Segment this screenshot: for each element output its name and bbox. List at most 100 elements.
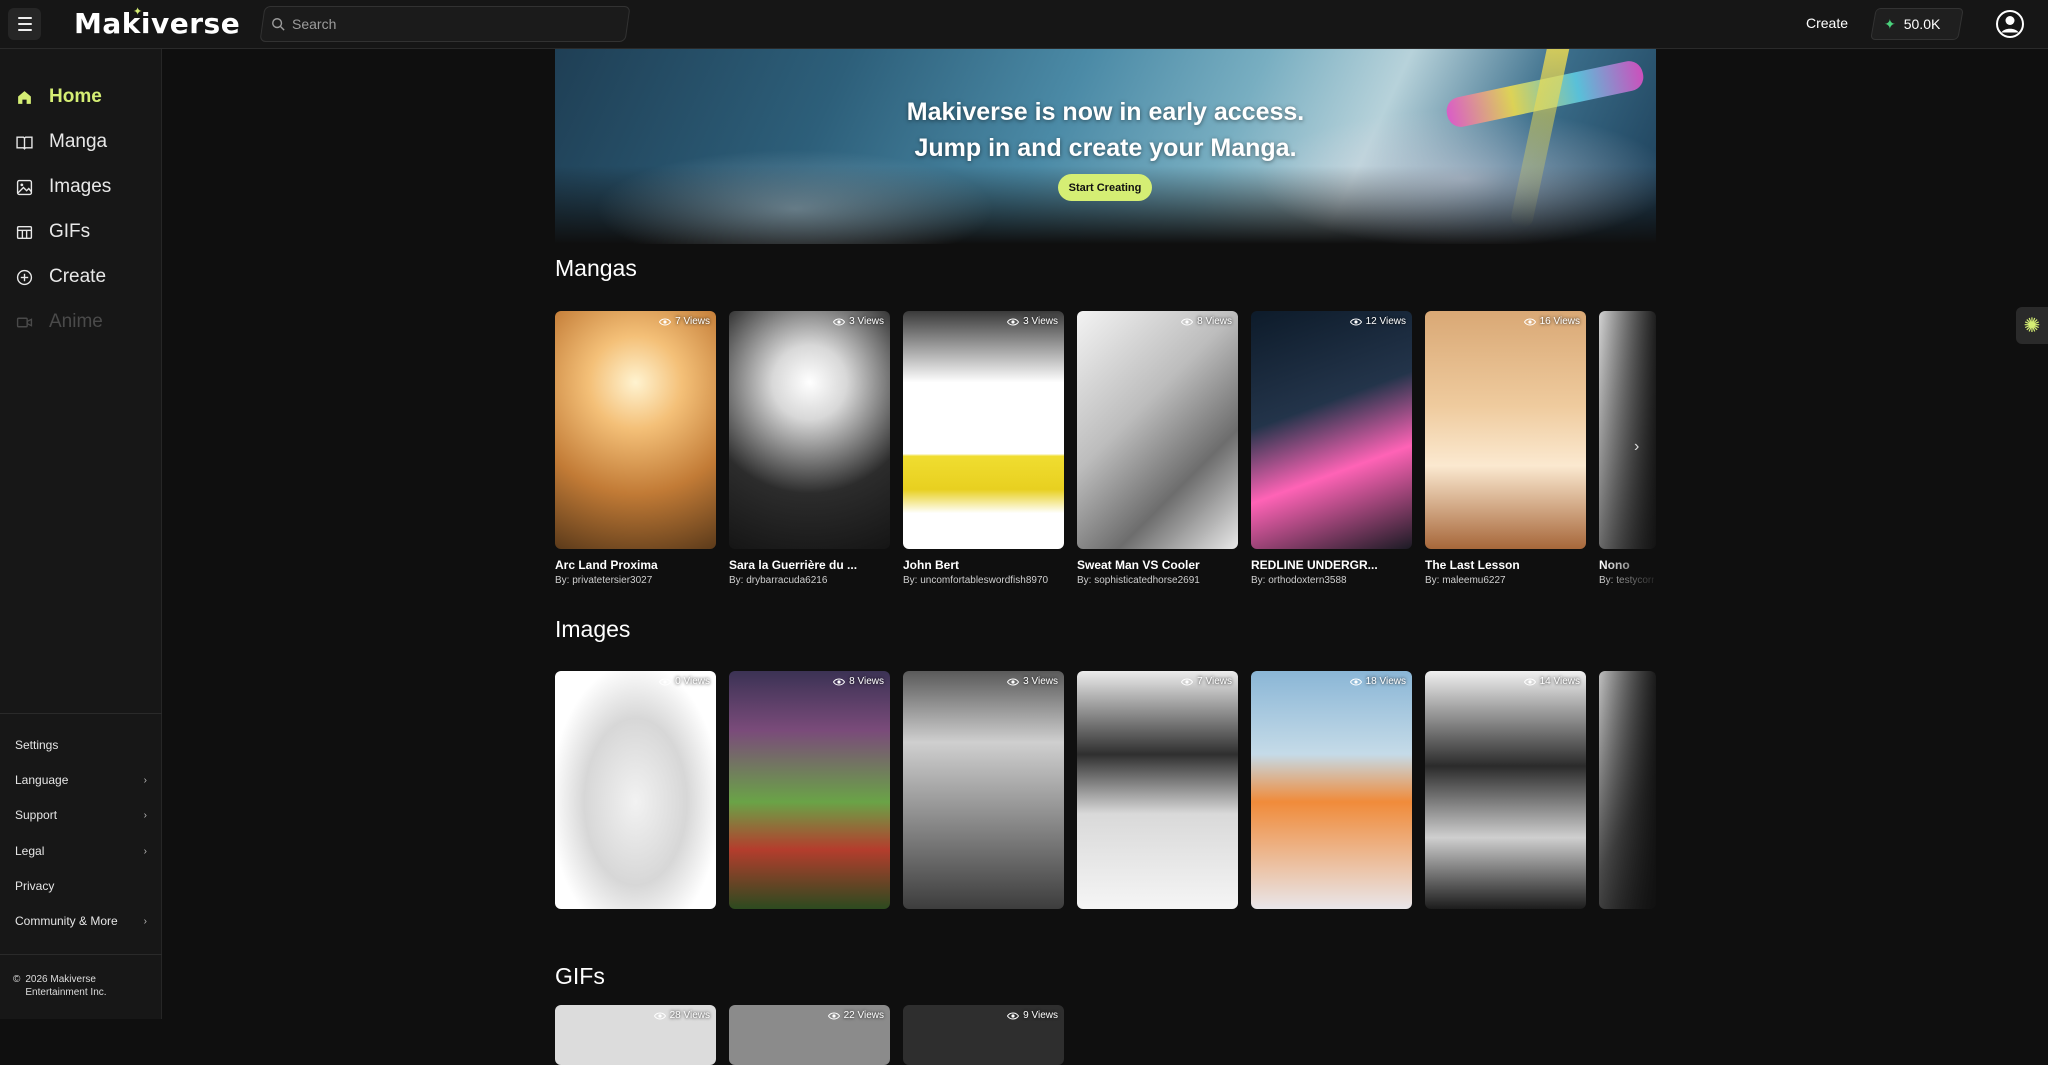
credits-display[interactable]: ✦ 50.0K: [1884, 8, 1940, 40]
manga-title[interactable]: Arc Land Proxima: [555, 558, 716, 572]
home-icon: [18, 90, 31, 104]
eye-icon: [1523, 678, 1536, 685]
manga-author[interactable]: By: orthodoxtern3588: [1251, 575, 1412, 586]
view-count: 0 Views: [659, 676, 710, 687]
view-count: 8 Views: [833, 676, 884, 687]
view-count: 14 Views: [1523, 676, 1580, 687]
view-count: 12 Views: [1349, 316, 1406, 327]
view-count: 3 Views: [833, 316, 884, 327]
eye-icon: [1181, 678, 1194, 685]
manga-author[interactable]: By: uncomfortableswordfish8970: [903, 575, 1064, 586]
copyright-icon: ©: [13, 974, 21, 985]
logo[interactable]: Makiverse ✦: [74, 5, 240, 40]
image-card[interactable]: 3 Views: [903, 671, 1064, 909]
user-avatar-icon[interactable]: [1995, 9, 2025, 39]
credit-star-icon: ✦: [1884, 15, 1896, 32]
book-icon: [16, 135, 33, 150]
manga-title[interactable]: Sara la Guerrière du ...: [729, 558, 890, 572]
feedback-widget[interactable]: ✺: [2016, 307, 2048, 344]
sidebar-link-community[interactable]: Community & More ›: [15, 914, 147, 928]
sparkle-icon: ✺: [2023, 315, 2041, 337]
chevron-right-icon: ›: [143, 845, 147, 857]
sidebar-item-images[interactable]: Images: [16, 176, 111, 198]
manga-author[interactable]: By: sophisticatedhorse2691: [1077, 575, 1238, 586]
video-icon: [16, 317, 33, 327]
manga-author[interactable]: By: drybarracuda6216: [729, 575, 890, 586]
manga-card[interactable]: 12 Views: [1251, 311, 1412, 549]
image-card[interactable]: 7 Views: [1077, 671, 1238, 909]
eye-icon: [833, 318, 846, 325]
manga-author[interactable]: By: maleemu6227: [1425, 575, 1586, 586]
eye-icon: [1523, 318, 1536, 325]
section-title-mangas: Mangas: [555, 255, 637, 281]
sidebar-item-manga[interactable]: Manga: [16, 131, 107, 153]
credits-amount: 50.0K: [1903, 16, 1941, 32]
chevron-right-icon: ›: [143, 774, 147, 786]
sidebar-item-home[interactable]: Home: [16, 86, 102, 108]
manga-card[interactable]: 8 Views: [1077, 311, 1238, 549]
menu-icon: [17, 17, 32, 19]
start-creating-button[interactable]: Start Creating: [1058, 174, 1152, 201]
sidebar-link-privacy[interactable]: Privacy: [15, 879, 147, 893]
view-count: 7 Views: [1181, 676, 1232, 687]
manga-title[interactable]: Sweat Man VS Cooler: [1077, 558, 1238, 572]
header-create-button[interactable]: Create: [1806, 15, 1848, 31]
manga-card[interactable]: 3 Views: [729, 311, 890, 549]
sidebar-item-gifs[interactable]: GIFs: [16, 221, 90, 243]
search-icon: [272, 18, 285, 31]
eye-icon: [659, 318, 672, 325]
view-count: 28 Views: [653, 1010, 710, 1021]
chevron-right-icon: ›: [143, 915, 147, 927]
sidebar-divider: [0, 954, 162, 955]
gif-card[interactable]: 9 Views: [903, 1005, 1064, 1065]
manga-title[interactable]: The Last Lesson: [1425, 558, 1586, 572]
menu-button[interactable]: [8, 8, 41, 40]
eye-icon: [1349, 678, 1362, 685]
view-count: 22 Views: [827, 1010, 884, 1021]
eye-icon: [1007, 678, 1020, 685]
view-count: 3 Views: [1007, 676, 1058, 687]
manga-card[interactable]: 3 Views: [903, 311, 1064, 549]
view-count: 3 Views: [1007, 316, 1058, 327]
view-count: 7 Views: [659, 316, 710, 327]
manga-author[interactable]: By: privatetersier3027: [555, 575, 716, 586]
image-icon: [16, 179, 33, 195]
view-count: 18 Views: [1349, 676, 1406, 687]
film-icon: [16, 225, 33, 239]
chevron-right-icon: ›: [143, 809, 147, 821]
eye-icon: [1007, 318, 1020, 325]
manga-card[interactable]: 16 Views: [1425, 311, 1586, 549]
image-card[interactable]: 14 Views: [1425, 671, 1586, 909]
manga-title[interactable]: REDLINE UNDERGR...: [1251, 558, 1412, 572]
image-card[interactable]: 8 Views: [729, 671, 890, 909]
eye-icon: [833, 678, 846, 685]
sparkle-icon: ✦: [133, 5, 143, 18]
search-input[interactable]: Search: [271, 6, 336, 42]
sidebar-link-settings[interactable]: Settings: [15, 738, 147, 752]
eye-icon: [659, 678, 672, 685]
image-card[interactable]: 0 Views: [555, 671, 716, 909]
sidebar-divider: [0, 713, 162, 714]
gif-card[interactable]: 22 Views: [729, 1005, 890, 1065]
carousel-next-icon[interactable]: ›: [1634, 438, 1639, 456]
sidebar-link-legal[interactable]: Legal ›: [15, 844, 147, 858]
copyright: © 2026 Makiverse Entertainment Inc.: [13, 974, 107, 998]
eye-icon: [1349, 318, 1362, 325]
eye-icon: [1007, 1012, 1020, 1019]
sidebar-item-anime: Anime: [16, 311, 103, 333]
plus-circle-icon: [16, 269, 33, 285]
manga-card[interactable]: 7 Views: [555, 311, 716, 549]
manga-title[interactable]: John Bert: [903, 558, 1064, 572]
sidebar-link-support[interactable]: Support ›: [15, 808, 147, 822]
section-title-images: Images: [555, 616, 631, 642]
image-card[interactable]: 18 Views: [1251, 671, 1412, 909]
sidebar-item-create[interactable]: Create: [16, 266, 106, 288]
view-count: 9 Views: [1007, 1010, 1058, 1021]
search-placeholder: Search: [292, 16, 337, 32]
gif-card[interactable]: 28 Views: [555, 1005, 716, 1065]
eye-icon: [1181, 318, 1194, 325]
view-count: 8 Views: [1181, 316, 1232, 327]
eye-icon: [653, 1012, 666, 1019]
sidebar-link-language[interactable]: Language ›: [15, 773, 147, 787]
view-count: 16 Views: [1523, 316, 1580, 327]
